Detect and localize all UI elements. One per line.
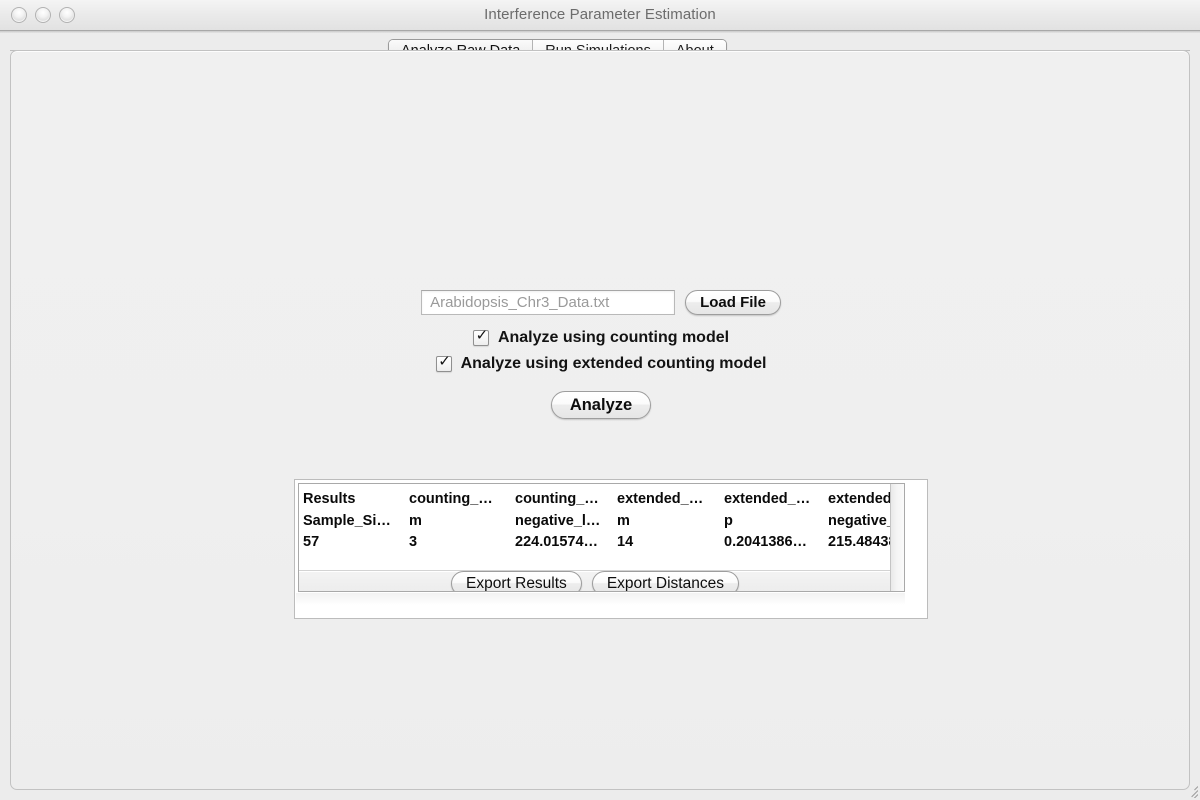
cell-extended-p: 0.2041386… (724, 534, 808, 550)
cell-extended-m: 14 (617, 534, 634, 550)
analyze-button-wrap: Analyze (550, 391, 652, 419)
load-file-button[interactable]: Load File (685, 290, 781, 315)
check-icon: ✓ (475, 327, 489, 344)
window-controls (11, 7, 75, 23)
export-button-row: Export Results Export Distances (299, 571, 891, 591)
resize-grip-icon[interactable] (1183, 783, 1198, 798)
column-header-1: Results (303, 491, 356, 507)
column-subheader-5: p (724, 513, 733, 529)
counting-model-checkbox[interactable]: ✓ (472, 327, 489, 346)
column-header-3: counting_… (515, 491, 599, 507)
export-distances-button[interactable]: Export Distances (591, 571, 739, 591)
column-subheader-4: m (617, 513, 630, 529)
table-separator (299, 570, 891, 571)
column-subheader-1: Sample_Si… (303, 513, 391, 529)
close-button[interactable] (11, 7, 27, 23)
column-header-2: counting_… (409, 491, 493, 507)
analyze-form: Arabidopsis_Chr3_Data.txt Load File ✓ An… (11, 290, 1191, 419)
table-header-row-2: Sample_Si… m negative_l… m p negative_l… (299, 511, 904, 532)
column-header-4: extended_… (617, 491, 704, 507)
extended-counting-model-checkbox-row[interactable]: ✓ Analyze using extended counting model (435, 353, 767, 373)
results-vertical-scrollbar[interactable] (890, 484, 904, 591)
application-window: Interference Parameter Estimation Analyz… (0, 0, 1200, 800)
export-results-button[interactable]: Export Results (451, 571, 582, 591)
table-row[interactable]: 57 3 224.01574… 14 0.2041386… 215.48438… (299, 532, 904, 553)
zoom-button[interactable] (59, 7, 75, 23)
content-panel: Arabidopsis_Chr3_Data.txt Load File ✓ An… (10, 50, 1190, 790)
extended-counting-model-checkbox[interactable]: ✓ (435, 353, 452, 372)
results-panel: Results counting_… counting_… extended_…… (294, 479, 928, 619)
results-table: Results counting_… counting_… extended_…… (299, 484, 904, 553)
title-bar: Interference Parameter Estimation (0, 0, 1200, 31)
cell-sample-size: 57 (303, 534, 320, 550)
counting-model-label: Analyze using counting model (497, 329, 730, 346)
file-path-input[interactable]: Arabidopsis_Chr3_Data.txt (421, 290, 676, 315)
results-table-area: Results counting_… counting_… extended_…… (299, 484, 904, 591)
counting-model-checkbox-row[interactable]: ✓ Analyze using counting model (472, 327, 730, 347)
analyze-button[interactable]: Analyze (550, 391, 652, 419)
file-row: Arabidopsis_Chr3_Data.txt Load File (421, 290, 781, 315)
extended-counting-model-label: Analyze using extended counting model (460, 355, 767, 372)
minimize-button[interactable] (35, 7, 51, 23)
cell-counting-negative-log: 224.01574… (515, 534, 599, 550)
column-subheader-3: negative_l… (515, 513, 601, 529)
table-header-row-1: Results counting_… counting_… extended_…… (299, 484, 904, 511)
cell-counting-m: 3 (409, 534, 418, 550)
column-subheader-2: m (409, 513, 422, 529)
results-bottom-strip (296, 593, 905, 605)
results-box: Results counting_… counting_… extended_…… (298, 483, 905, 592)
check-icon: ✓ (438, 353, 451, 370)
column-header-5: extended_… (724, 491, 811, 507)
window-title: Interference Parameter Estimation (484, 6, 716, 23)
title-bar-shadow (0, 31, 1200, 33)
